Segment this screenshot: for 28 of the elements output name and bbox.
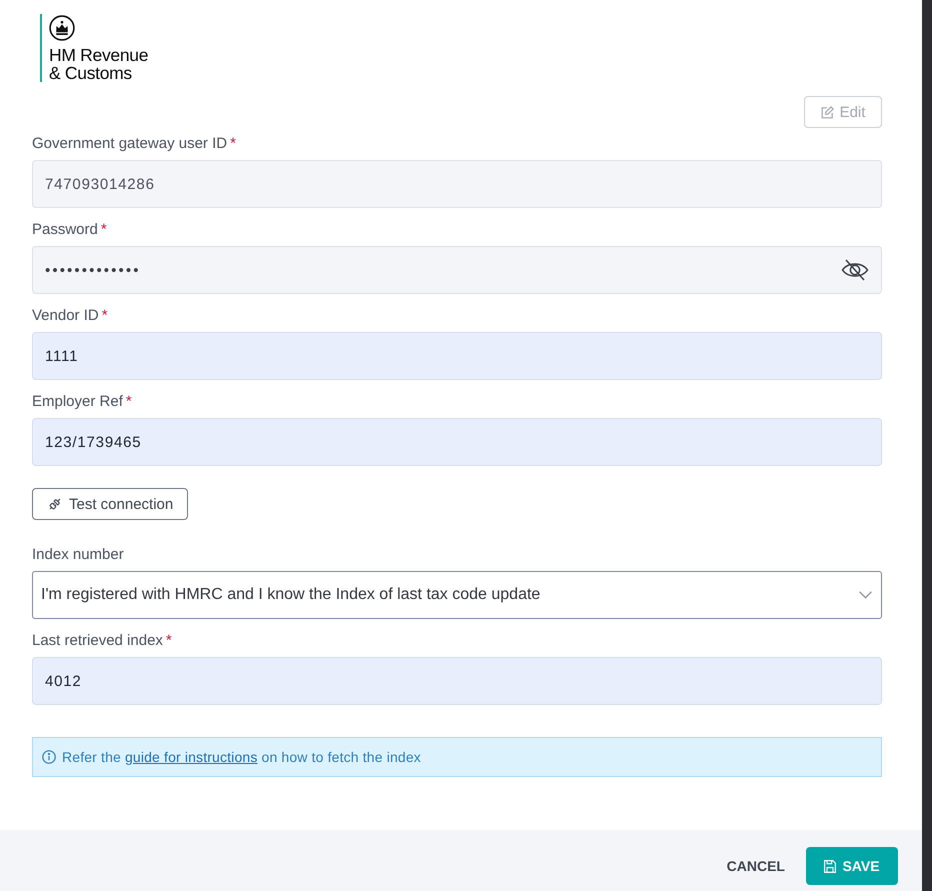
info-message: Refer the guide for instructions on how to fetch the index — [62, 749, 421, 765]
field-label: Password — [32, 222, 98, 238]
eye-slash-icon[interactable] — [841, 259, 869, 281]
field-label: Employer Ref — [32, 394, 123, 410]
dropdown-select[interactable]: I'm registered with HMRC and I know the Index of last tax code update — [32, 571, 882, 619]
field-label: Last retrieved index — [32, 633, 163, 649]
input-field[interactable]: 4012 — [32, 657, 882, 705]
required-mark: * — [126, 394, 132, 410]
field-label: Government gateway user ID — [32, 136, 228, 152]
required-mark: * — [166, 633, 172, 649]
input-field[interactable]: 1111 — [32, 332, 882, 380]
cancel-button[interactable]: CANCEL — [726, 847, 785, 885]
field-label: Index number — [32, 547, 124, 563]
required-mark: * — [100, 222, 107, 238]
crest-icon — [49, 15, 75, 41]
required-mark: * — [102, 308, 108, 324]
password-field[interactable]: ••••••••••••• — [32, 246, 882, 294]
plug-icon — [48, 497, 62, 511]
logo-text: HM Revenue & Customs — [49, 46, 148, 82]
required-mark: * — [230, 136, 236, 152]
edit-icon — [820, 106, 834, 118]
guide-link[interactable]: guide for instructions — [124, 749, 258, 765]
chevron-down-icon — [859, 591, 872, 599]
input-field[interactable]: 123/1739465 — [32, 418, 882, 466]
info-icon — [42, 750, 56, 764]
input-field[interactable]: 747093014286 — [32, 160, 882, 208]
field-label: Vendor ID — [32, 308, 99, 324]
test-connection-button[interactable]: Test connection — [32, 488, 188, 520]
